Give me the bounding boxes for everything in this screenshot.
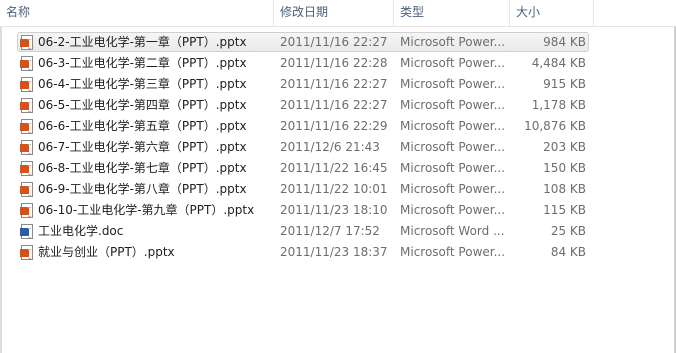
powerpoint-file-icon [20,35,33,50]
sort-ascending-icon: ^ [139,0,147,6]
file-name: 06-5-工业电化学-第四章（PPT）.pptx [38,98,247,112]
file-type: Microsoft Power... [400,56,506,70]
powerpoint-file-icon [20,182,33,197]
powerpoint-file-icon [20,203,33,218]
file-row[interactable]: 06-2-工业电化学-第一章（PPT）.pptx 2011/11/16 22:27… [17,32,589,52]
column-header-date-label: 修改日期 [280,5,329,19]
powerpoint-file-icon [20,98,33,113]
file-date: 2011/12/7 17:52 [280,224,380,238]
column-header-name-label: 名称 [6,5,31,19]
file-name: 06-4-工业电化学-第三章（PPT）.pptx [38,77,247,91]
file-size: 150 KB [543,161,586,175]
file-type: Microsoft Word ... [400,224,505,238]
file-name: 工业电化学.doc [38,224,124,238]
powerpoint-file-icon [20,77,33,92]
powerpoint-file-icon [20,161,33,176]
file-date: 2011/11/16 22:29 [280,119,388,133]
file-type: Microsoft Power... [400,161,506,175]
file-size: 915 KB [543,77,586,91]
column-header-type[interactable]: 类型 [394,0,510,26]
file-size: 115 KB [543,203,586,217]
file-name: 06-2-工业电化学-第一章（PPT）.pptx [38,35,247,49]
file-date: 2011/11/16 22:27 [280,77,388,91]
file-size: 25 KB [550,224,586,238]
powerpoint-file-icon [20,56,33,71]
file-date: 2011/11/23 18:37 [280,245,388,259]
file-row[interactable]: 06-10-工业电化学-第九章（PPT）.pptx 2011/11/23 18:1… [17,200,589,220]
powerpoint-file-icon [20,245,33,260]
file-type: Microsoft Power... [400,182,506,196]
column-header-size[interactable]: 大小 [510,0,594,26]
file-date: 2011/11/23 18:10 [280,203,388,217]
file-type: Microsoft Power... [400,140,506,154]
file-date: 2011/11/16 22:27 [280,35,388,49]
file-row[interactable]: 06-9-工业电化学-第八章（PPT）.pptx 2011/11/22 10:01… [17,179,589,199]
file-size: 10,876 KB [524,119,586,133]
file-name: 06-7-工业电化学-第六章（PPT）.pptx [38,140,247,154]
file-type: Microsoft Power... [400,245,506,259]
file-name: 06-3-工业电化学-第二章（PPT）.pptx [38,56,247,70]
file-row[interactable]: 06-3-工业电化学-第二章（PPT）.pptx 2011/11/16 22:28… [17,53,589,73]
file-row[interactable]: 06-5-工业电化学-第四章（PPT）.pptx 2011/11/16 22:27… [17,95,589,115]
file-name: 06-6-工业电化学-第五章（PPT）.pptx [38,119,247,133]
file-row[interactable]: 06-6-工业电化学-第五章（PPT）.pptx 2011/11/16 22:29… [17,116,589,136]
window-left-border [0,0,2,353]
powerpoint-file-icon [20,140,33,155]
column-header-name[interactable]: ^ 名称 [0,0,274,26]
word-file-icon [20,224,33,239]
column-header-bar: ^ 名称 修改日期 类型 大小 [0,0,676,27]
file-date: 2011/11/22 16:45 [280,161,388,175]
file-type: Microsoft Power... [400,203,506,217]
file-size: 4,484 KB [531,56,586,70]
file-row[interactable]: 就业与创业（PPT）.pptx 2011/11/23 18:37 Microsoft… [17,242,589,262]
file-size: 984 KB [543,35,586,49]
file-row[interactable]: 06-7-工业电化学-第六章（PPT）.pptx 2011/12/6 21:43 M… [17,137,589,157]
column-header-type-label: 类型 [400,5,425,19]
file-size: 108 KB [543,182,586,196]
column-header-size-label: 大小 [516,5,541,19]
powerpoint-file-icon [20,119,33,134]
file-type: Microsoft Power... [400,119,506,133]
file-size: 84 KB [550,245,586,259]
file-type: Microsoft Power... [400,98,506,112]
file-type: Microsoft Power... [400,77,506,91]
file-row[interactable]: 06-4-工业电化学-第三章（PPT）.pptx 2011/11/16 22:27… [17,74,589,94]
file-row[interactable]: 工业电化学.doc 2011/12/7 17:52 Microsoft Word .… [17,221,589,241]
file-name: 就业与创业（PPT）.pptx [38,245,175,259]
file-name: 06-8-工业电化学-第七章（PPT）.pptx [38,161,247,175]
column-header-date[interactable]: 修改日期 [274,0,394,26]
file-size: 203 KB [543,140,586,154]
file-date: 2011/11/22 10:01 [280,182,388,196]
file-date: 2011/11/16 22:27 [280,98,388,112]
file-name: 06-9-工业电化学-第八章（PPT）.pptx [38,182,247,196]
file-name: 06-10-工业电化学-第九章（PPT）.pptx [38,203,255,217]
file-size: 1,178 KB [531,98,586,112]
file-type: Microsoft Power... [400,35,506,49]
file-date: 2011/12/6 21:43 [280,140,380,154]
file-row[interactable]: 06-8-工业电化学-第七章（PPT）.pptx 2011/11/22 16:45… [17,158,589,178]
file-date: 2011/11/16 22:28 [280,56,388,70]
